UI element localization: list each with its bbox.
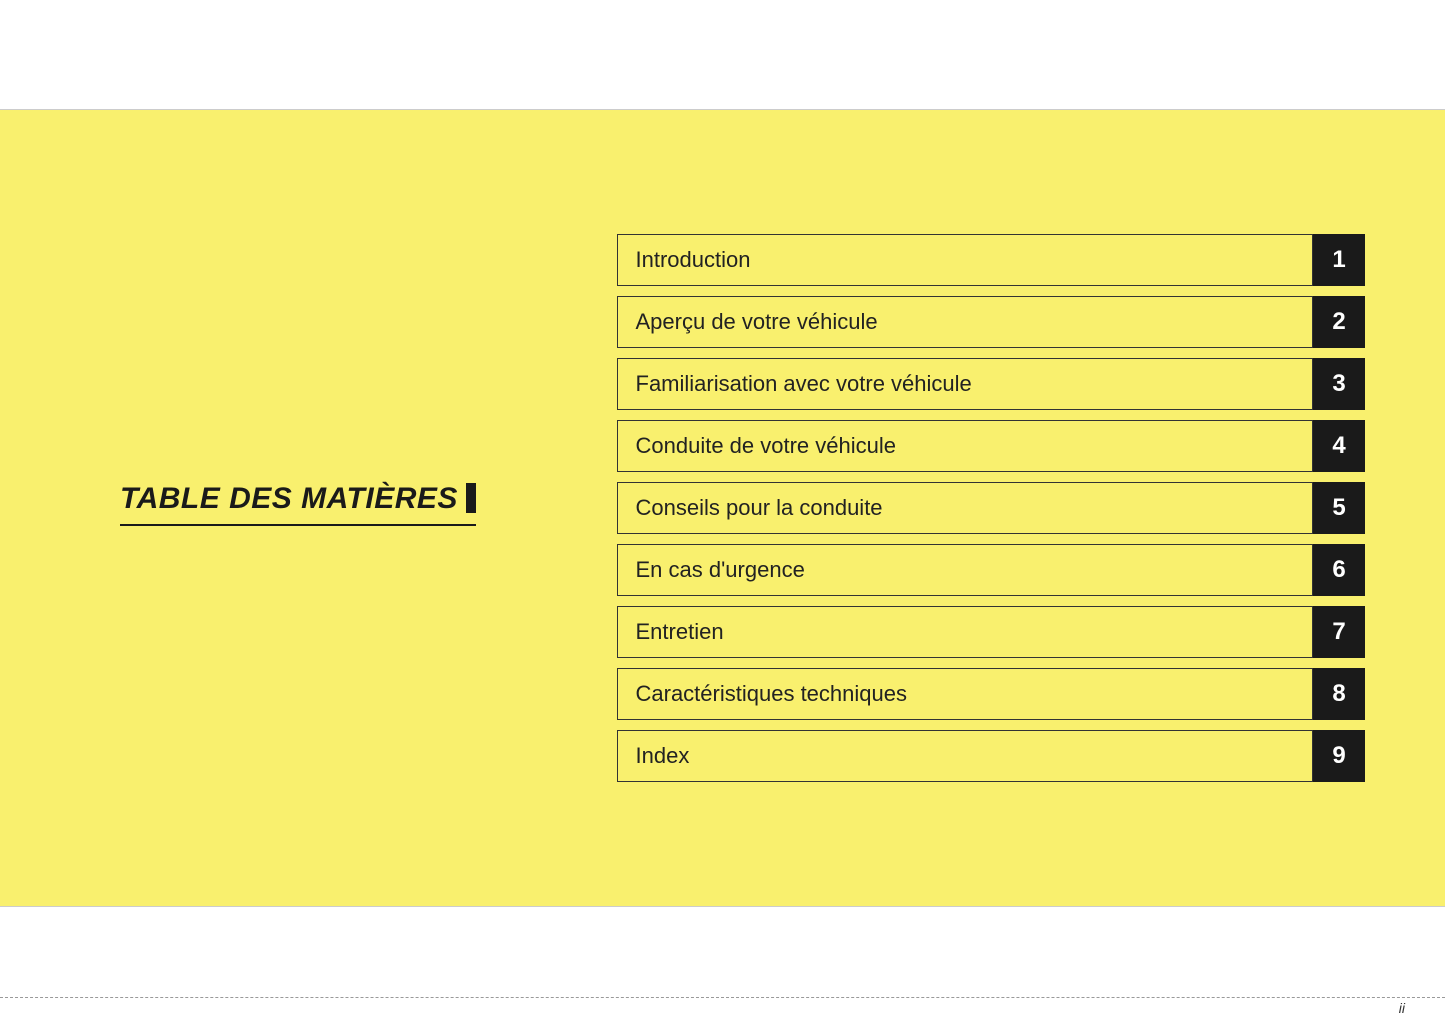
toc-number: 3 xyxy=(1313,358,1365,410)
toc-row[interactable]: En cas d'urgence6 xyxy=(617,544,1366,596)
toc-row[interactable]: Conseils pour la conduite5 xyxy=(617,482,1366,534)
dashed-line xyxy=(0,997,1445,998)
toc-number: 6 xyxy=(1313,544,1365,596)
toc-label: Index xyxy=(617,730,1314,782)
toc-label: Caractéristiques techniques xyxy=(617,668,1314,720)
toc-label: En cas d'urgence xyxy=(617,544,1314,596)
toc-list: Introduction1 Aperçu de votre véhicule2 Fa… xyxy=(617,234,1386,782)
bottom-strip: ii xyxy=(0,906,1445,1026)
toc-number: 8 xyxy=(1313,668,1365,720)
page-container: TABLE DES MATIÈRES Introduction1 Aperçu d… xyxy=(0,0,1445,1026)
toc-label: Aperçu de votre véhicule xyxy=(617,296,1314,348)
toc-label: Conduite de votre véhicule xyxy=(617,420,1314,472)
toc-number: 7 xyxy=(1313,606,1365,658)
toc-label: Introduction xyxy=(617,234,1314,286)
toc-title-text: TABLE DES MATIÈRES xyxy=(120,482,458,515)
toc-number: 4 xyxy=(1313,420,1365,472)
top-strip xyxy=(0,0,1445,110)
toc-label: Conseils pour la conduite xyxy=(617,482,1314,534)
toc-number: 5 xyxy=(1313,482,1365,534)
toc-row[interactable]: Conduite de votre véhicule4 xyxy=(617,420,1366,472)
toc-row[interactable]: Introduction1 xyxy=(617,234,1366,286)
toc-label: Entretien xyxy=(617,606,1314,658)
toc-row[interactable]: Familiarisation avec votre véhicule3 xyxy=(617,358,1366,410)
toc-row[interactable]: Caractéristiques techniques8 xyxy=(617,668,1366,720)
main-area: TABLE DES MATIÈRES Introduction1 Aperçu d… xyxy=(0,110,1445,906)
page-number: ii xyxy=(1399,1000,1405,1016)
toc-number: 1 xyxy=(1313,234,1365,286)
left-panel: TABLE DES MATIÈRES xyxy=(60,482,617,535)
toc-number: 9 xyxy=(1313,730,1365,782)
title-marker xyxy=(466,483,476,513)
toc-row[interactable]: Aperçu de votre véhicule2 xyxy=(617,296,1366,348)
toc-number: 2 xyxy=(1313,296,1365,348)
toc-title: TABLE DES MATIÈRES xyxy=(120,482,476,535)
toc-row[interactable]: Index9 xyxy=(617,730,1366,782)
toc-row[interactable]: Entretien7 xyxy=(617,606,1366,658)
toc-label: Familiarisation avec votre véhicule xyxy=(617,358,1314,410)
